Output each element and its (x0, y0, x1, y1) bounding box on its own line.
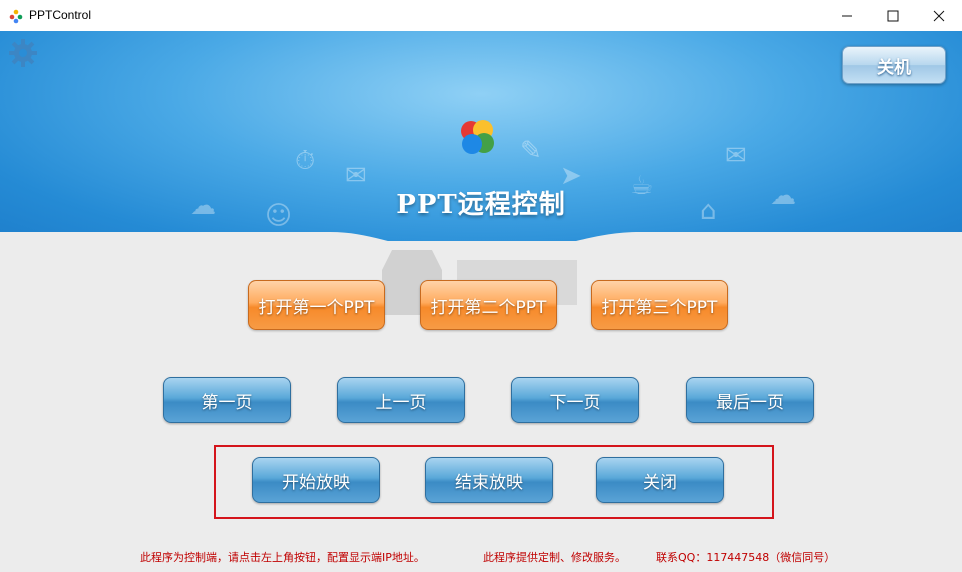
open-ppt-2-button[interactable]: 打开第二个PPT (420, 280, 557, 330)
minimize-icon (842, 15, 852, 16)
next-page-button[interactable]: 下一页 (511, 377, 639, 423)
close-icon (933, 10, 945, 21)
footer-service: 此程序提供定制、修改服务。 (483, 551, 626, 564)
close-ppt-button[interactable]: 关闭 (596, 457, 724, 503)
shutdown-button[interactable]: 关机 (842, 46, 946, 84)
previous-page-button[interactable]: 上一页 (337, 377, 465, 423)
app-logo-icon (9, 9, 23, 24)
footer-note: 此程序为控制端，请点击左上角按钮，配置显示端IP地址。 (140, 551, 425, 564)
settings-gear-icon[interactable] (8, 38, 38, 68)
page-title: PPT远程控制 (396, 190, 566, 220)
window-title: PPTControl (29, 8, 92, 22)
close-window-button[interactable] (916, 0, 962, 31)
minimize-button[interactable] (824, 0, 870, 31)
maximize-icon (887, 10, 899, 21)
open-ppt-3-button[interactable]: 打开第三个PPT (591, 280, 728, 330)
end-slideshow-button[interactable]: 结束放映 (425, 457, 553, 503)
maximize-button[interactable] (870, 0, 916, 31)
title-bar: PPTControl (0, 0, 962, 31)
open-ppt-1-button[interactable]: 打开第一个PPT (248, 280, 385, 330)
start-slideshow-button[interactable]: 开始放映 (252, 457, 380, 503)
footer-contact: 联系QQ：117447548（微信同号） (656, 551, 836, 564)
app-logo-large-icon (461, 120, 494, 154)
first-page-button[interactable]: 第一页 (163, 377, 291, 423)
last-page-button[interactable]: 最后一页 (686, 377, 814, 423)
footer: 此程序为控制端，请点击左上角按钮，配置显示端IP地址。 此程序提供定制、修改服务… (0, 549, 962, 564)
